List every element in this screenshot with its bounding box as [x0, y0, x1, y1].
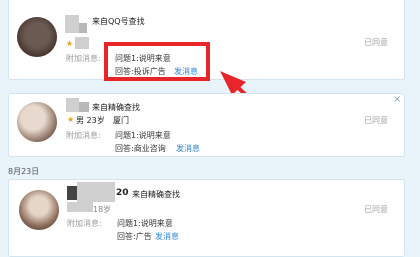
avatar-image [19, 190, 59, 230]
answer-text: 回答:广告 [117, 232, 152, 241]
friend-request-card-2: 来自精确查找 ★ 男 23岁 厦门 附加消息: 问题1:说明来意 回答:商业咨询… [8, 93, 405, 157]
avatar[interactable] [17, 102, 57, 142]
question-text: 问题1:说明来意 [115, 131, 171, 140]
extra-message-label: 附加消息: [66, 131, 101, 140]
close-icon[interactable]: × [393, 94, 401, 105]
avatar-image [17, 102, 57, 142]
name-redacted [77, 182, 115, 202]
vip-star-icon: ★ [67, 115, 75, 124]
name-redacted [79, 102, 89, 112]
name-redacted [67, 186, 77, 200]
date-separator: 8月23日 [8, 167, 40, 176]
send-message-link[interactable]: 发消息 [176, 143, 200, 154]
name-redacted [66, 98, 79, 112]
age-gender: 男 23岁 [76, 116, 105, 125]
avatar[interactable] [19, 190, 59, 230]
send-message-link[interactable]: 发消息 [155, 231, 179, 242]
status-accepted: 已同意 [364, 205, 388, 214]
city: 厦门 [113, 116, 129, 125]
question-text: 问题1:说明来意 [117, 219, 173, 228]
friend-request-card-3: 20 来自精确查找 18岁 附加消息: 问题1:说明来意 回答:广告 发消息 已… [8, 179, 405, 257]
status-accepted: 已同意 [364, 116, 388, 125]
answer-text: 回答:商业咨询 [115, 144, 166, 153]
request-source: 来自精确查找 [132, 190, 180, 199]
extra-message-label: 附加消息: [67, 219, 102, 228]
age-fragment: 18岁 [93, 205, 112, 214]
request-source: 来自精确查找 [92, 103, 140, 112]
name-fragment: 20 [116, 188, 129, 198]
profile-redacted [67, 202, 93, 212]
